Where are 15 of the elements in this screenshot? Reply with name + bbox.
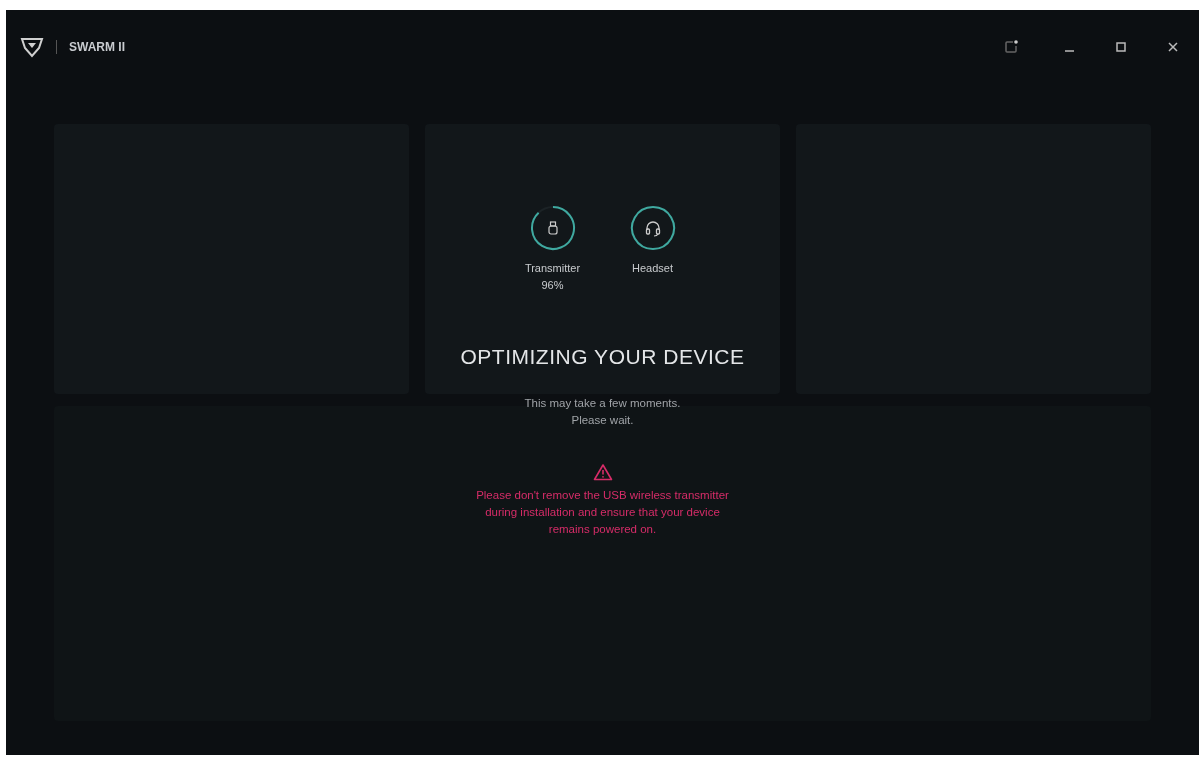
close-icon: [1167, 41, 1179, 53]
headset-icon: [643, 219, 662, 237]
device-label: Headset: [632, 261, 673, 276]
usb-dongle-icon: [547, 221, 558, 235]
maximize-icon: [1115, 41, 1127, 53]
warning-icon: [592, 462, 613, 481]
logo-icon: [20, 36, 44, 58]
warning-message: Please don't remove the USB wireless transmitter during installation and ensure that your device remains powered on.: [475, 487, 730, 537]
device-label: Transmitter: [524, 261, 581, 276]
window-title: SWARM II: [69, 39, 125, 56]
notification-icon: [1003, 39, 1019, 55]
overlay-message: This may take a few moments. Please wait.: [524, 395, 681, 428]
minimize-icon: [1064, 50, 1074, 52]
progress-percent: 96%: [541, 277, 564, 293]
overlay-heading: OPTIMIZING YOUR DEVICE: [460, 344, 745, 370]
